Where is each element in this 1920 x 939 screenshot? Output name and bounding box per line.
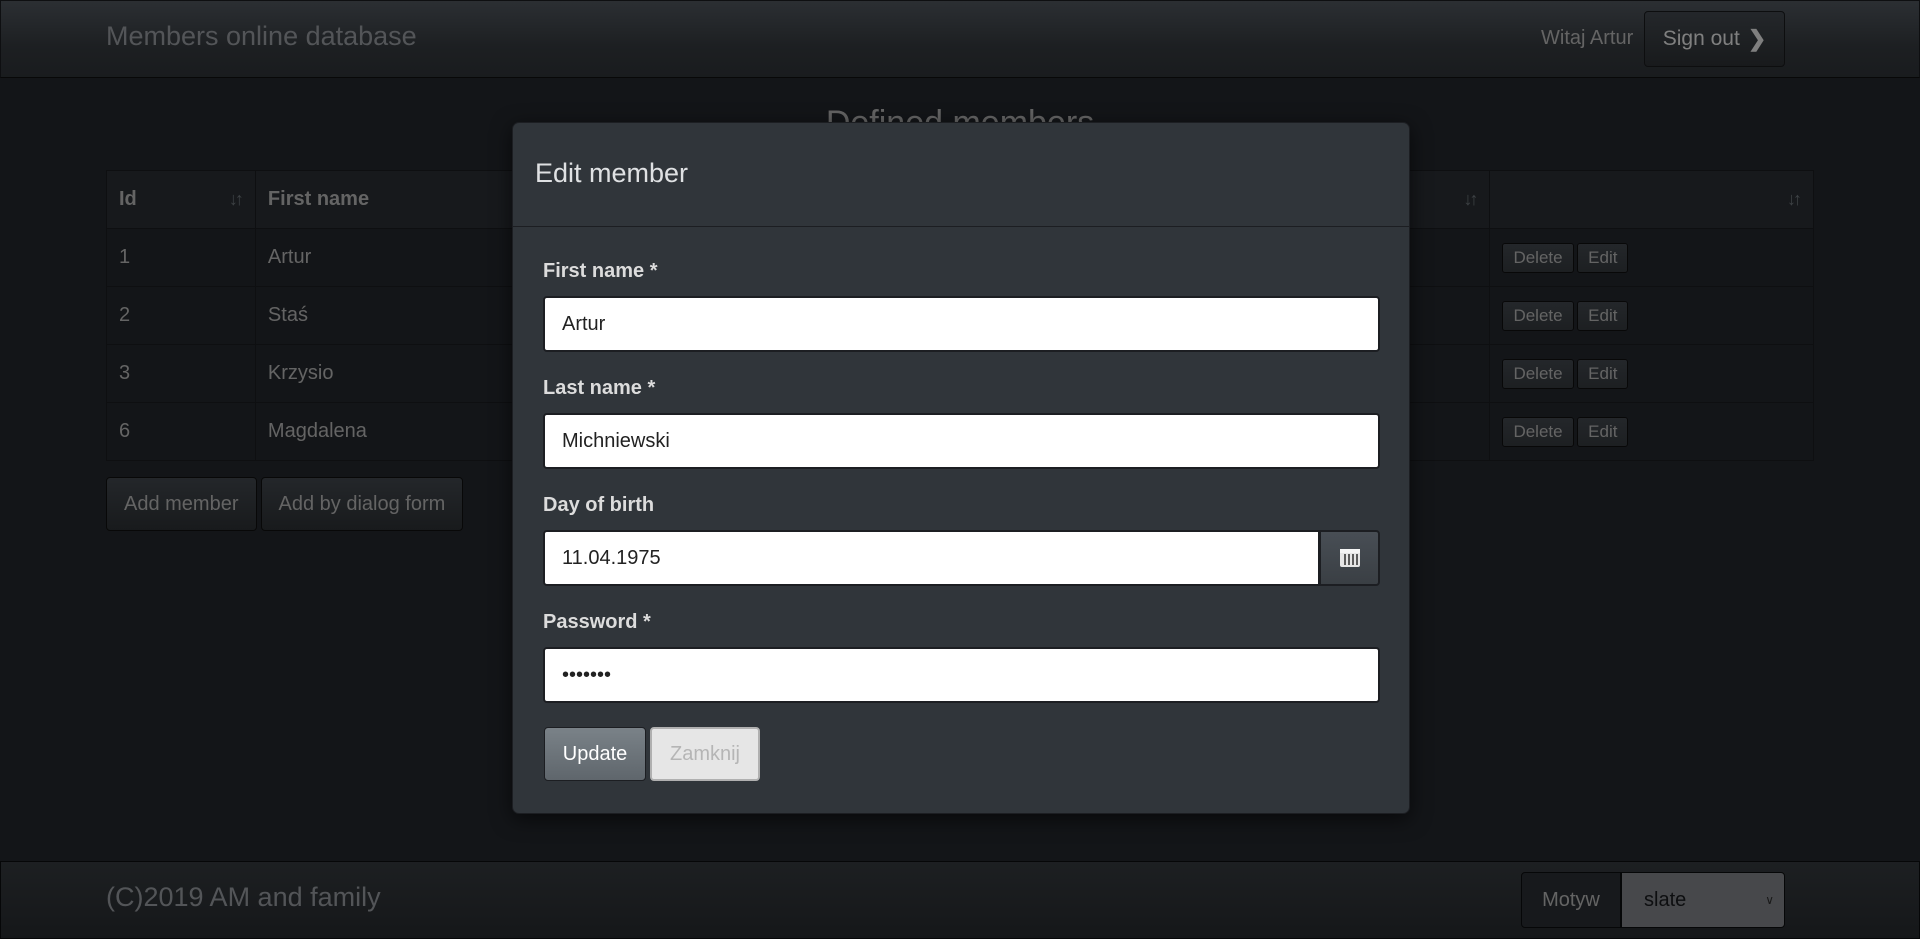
password-input[interactable]: •••••••: [543, 647, 1380, 703]
last-name-value: Michniewski: [562, 429, 670, 452]
close-button[interactable]: Zamknij: [650, 727, 760, 781]
first-name-label: First name *: [543, 260, 658, 282]
edit-member-dialog: Edit member First name * Artur Last name…: [512, 122, 1410, 814]
dob-label: Day of birth: [543, 494, 655, 516]
password-value: •••••••: [562, 663, 612, 686]
calendar-icon: [1339, 549, 1360, 567]
last-name-input[interactable]: Michniewski: [543, 413, 1380, 469]
calendar-button[interactable]: [1319, 530, 1380, 586]
last-name-label: Last name *: [543, 377, 656, 399]
update-button[interactable]: Update: [544, 727, 646, 781]
first-name-value: Artur: [562, 312, 606, 335]
first-name-input[interactable]: Artur: [543, 296, 1380, 352]
dob-value: 11.04.1975: [562, 546, 661, 569]
modal-header: Edit member: [513, 123, 1409, 227]
dob-input[interactable]: 11.04.1975: [543, 530, 1320, 586]
modal-title: Edit member: [535, 158, 689, 188]
password-label: Password *: [543, 611, 651, 633]
